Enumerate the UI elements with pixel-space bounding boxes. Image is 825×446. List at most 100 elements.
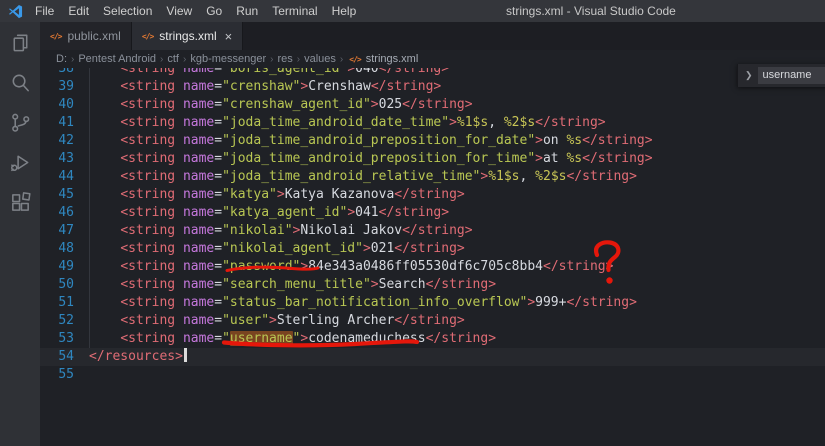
editor-group: </> public.xml </> strings.xml × D: › Pentest …	[40, 22, 825, 446]
code-line-49[interactable]: 49 <string name="password">84e343a0486ff…	[40, 258, 825, 276]
code-line-52[interactable]: 52 <string name="user">Sterling Archer</…	[40, 312, 825, 330]
line-content: <string name="joda_time_android_preposit…	[120, 151, 653, 166]
source-control-icon[interactable]	[7, 109, 33, 135]
line-number: 49	[58, 259, 74, 274]
menu-view[interactable]: View	[159, 0, 199, 22]
line-content: <string name="username">codenameduchess<…	[120, 331, 497, 346]
menu-file[interactable]: File	[28, 0, 61, 22]
code-line-48[interactable]: 48 <string name="nikolai_agent_id">021</…	[40, 240, 825, 258]
tab-public.xml[interactable]: </> public.xml	[40, 22, 132, 50]
tab-label: public.xml	[67, 29, 121, 43]
code-line-50[interactable]: 50 <string name="search_menu_title">Sear…	[40, 276, 825, 294]
run-and-debug-icon[interactable]	[7, 149, 33, 175]
find-match-highlight: username	[229, 331, 293, 346]
xml-file-icon: </>	[50, 31, 62, 41]
breadcrumb-separator-icon: ›	[71, 53, 75, 65]
code-line-40[interactable]: 40 <string name="crenshaw_agent_id">025<…	[40, 96, 825, 114]
code-line-53[interactable]: 53 <string name="username">codenameduche…	[40, 330, 825, 348]
line-content: <string name="nikolai">Nikolai Jakov</st…	[120, 223, 473, 238]
breadcrumb-separator-icon: ›	[339, 53, 344, 65]
code-line-38[interactable]: 38 <string name="boris_agent_id">040</st…	[40, 68, 825, 78]
line-content: <string name="nikolai_agent_id">021</str…	[120, 241, 465, 256]
line-number: 45	[58, 187, 74, 202]
menu-help[interactable]: Help	[325, 0, 364, 22]
line-number: 47	[58, 223, 74, 238]
line-content: <string name="status_bar_notification_in…	[120, 295, 637, 310]
line-number: 39	[58, 79, 74, 94]
tab-label: strings.xml	[159, 29, 217, 43]
tab-close-icon[interactable]: ×	[225, 30, 233, 43]
window-title: strings.xml - Visual Studio Code	[506, 4, 676, 18]
line-content: </resources>	[74, 348, 187, 366]
breadcrumb: D: › Pentest Android › ctf › kgb-messenger › res…	[40, 50, 825, 68]
menu-terminal[interactable]: Terminal	[265, 0, 324, 22]
tab-strings.xml[interactable]: </> strings.xml ×	[131, 22, 244, 50]
breadcrumb-item[interactable]: D:	[54, 53, 69, 65]
breadcrumb-item[interactable]: Pentest Android	[76, 53, 158, 65]
text-cursor	[183, 348, 187, 362]
extensions-icon[interactable]	[7, 189, 33, 215]
code-editor[interactable]: 38 <string name="boris_agent_id">040</st…	[40, 68, 825, 446]
line-number: 44	[58, 169, 74, 184]
code-line-46[interactable]: 46 <string name="katya_agent_id">041</st…	[40, 204, 825, 222]
line-number: 48	[58, 241, 74, 256]
code-line-45[interactable]: 45 <string name="katya">Katya Kazanova</…	[40, 186, 825, 204]
breadcrumb-item-file[interactable]: strings.xml	[364, 53, 421, 65]
line-content: <string name="joda_time_android_relative…	[120, 169, 637, 184]
line-number: 38	[58, 68, 74, 76]
code-line-47[interactable]: 47 <string name="nikolai">Nikolai Jakov<…	[40, 222, 825, 240]
code-line-55[interactable]: 55	[40, 366, 825, 384]
line-number: 42	[58, 133, 74, 148]
line-number: 43	[58, 151, 74, 166]
line-content	[74, 366, 89, 384]
line-content: <string name="joda_time_android_preposit…	[120, 133, 653, 148]
code-line-42[interactable]: 42 <string name="joda_time_android_prepo…	[40, 132, 825, 150]
activity-bar	[0, 22, 40, 446]
breadcrumb-separator-icon: ›	[182, 53, 187, 65]
menu-go[interactable]: Go	[199, 0, 229, 22]
breadcrumb-separator-icon: ›	[270, 53, 274, 65]
menu-edit[interactable]: Edit	[61, 0, 96, 22]
code-line-39[interactable]: 39 <string name="crenshaw">Crenshaw</str…	[40, 78, 825, 96]
line-number: 52	[58, 313, 74, 328]
breadcrumb-separator-icon: ›	[160, 53, 164, 65]
line-number: 55	[58, 367, 74, 382]
line-content: <string name="password">84e343a0486ff055…	[120, 259, 614, 274]
vscode-logo-icon	[8, 4, 23, 18]
line-number: 46	[58, 205, 74, 220]
line-number: 41	[58, 115, 74, 130]
breadcrumb-item[interactable]: ctf	[165, 53, 181, 65]
line-content: <string name="crenshaw">Crenshaw</string…	[120, 79, 442, 94]
code-lines: 38 <string name="boris_agent_id">040</st…	[40, 68, 825, 384]
line-content: <string name="boris_agent_id">040</strin…	[120, 68, 450, 76]
line-content: <string name="search_menu_title">Search<…	[120, 277, 497, 292]
tab-bar: </> public.xml </> strings.xml ×	[40, 22, 825, 50]
explorer-icon[interactable]	[7, 29, 33, 55]
find-widget[interactable]: ❯ username	[737, 64, 825, 87]
breadcrumb-item[interactable]: res	[276, 53, 295, 65]
code-line-54[interactable]: 54 </resources>	[40, 348, 825, 366]
find-expand-chevron-icon[interactable]: ❯	[740, 70, 758, 81]
menu-run[interactable]: Run	[229, 0, 265, 22]
menu-bar: File Edit Selection View Go Run Terminal Help	[28, 0, 363, 22]
breadcrumb-item[interactable]: values	[302, 53, 338, 65]
line-number: 50	[58, 277, 74, 292]
breadcrumb-separator-icon: ›	[296, 53, 301, 65]
code-line-51[interactable]: 51 <string name="status_bar_notification…	[40, 294, 825, 312]
code-line-41[interactable]: 41 <string name="joda_time_android_date_…	[40, 114, 825, 132]
line-content: <string name="crenshaw_agent_id">025</st…	[120, 97, 473, 112]
code-line-43[interactable]: 43 <string name="joda_time_android_prepo…	[40, 150, 825, 168]
title-bar: File Edit Selection View Go Run Terminal Help s…	[0, 0, 825, 22]
line-content: <string name="joda_time_android_date_tim…	[120, 115, 606, 130]
search-icon[interactable]	[7, 69, 33, 95]
code-line-44[interactable]: 44 <string name="joda_time_android_relat…	[40, 168, 825, 186]
find-input[interactable]: username	[757, 67, 825, 84]
line-number: 40	[58, 97, 74, 112]
line-number: 51	[58, 295, 74, 310]
line-number: 53	[58, 331, 74, 346]
menu-selection[interactable]: Selection	[96, 0, 159, 22]
xml-file-icon: </>	[349, 54, 361, 64]
xml-file-icon: </>	[141, 31, 154, 41]
breadcrumb-item[interactable]: kgb-messenger	[188, 53, 268, 65]
line-number: 54	[58, 349, 74, 364]
